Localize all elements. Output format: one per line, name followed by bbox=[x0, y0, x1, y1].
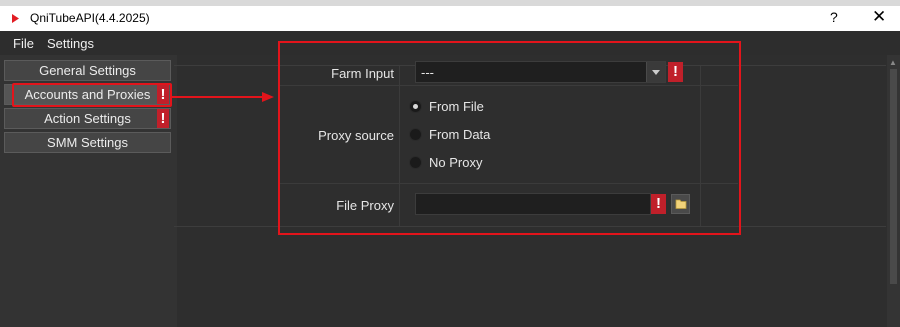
nav-action-settings[interactable]: Action Settings bbox=[4, 108, 171, 129]
menu-file[interactable]: File bbox=[13, 36, 34, 51]
help-button[interactable]: ? bbox=[830, 9, 838, 25]
close-button[interactable]: ✕ bbox=[872, 7, 886, 27]
window-title: QniTubeAPI(4.4.2025) bbox=[30, 11, 150, 25]
nav-general-settings[interactable]: General Settings bbox=[4, 60, 171, 81]
scrollbar-thumb[interactable] bbox=[890, 69, 897, 284]
scroll-up-icon[interactable]: ▲ bbox=[889, 58, 897, 67]
red-arrow-icon bbox=[172, 92, 274, 102]
nav-smm-settings-label: SMM Settings bbox=[47, 135, 128, 150]
annotation-highlight-form bbox=[278, 41, 741, 235]
vertical-scrollbar[interactable]: ▲ bbox=[887, 55, 900, 327]
annotation-highlight-nav bbox=[12, 83, 172, 107]
action-warning-icon: ! bbox=[157, 109, 169, 128]
nav-smm-settings[interactable]: SMM Settings bbox=[4, 132, 171, 153]
window-title-bar: QniTubeAPI(4.4.2025) ? ✕ bbox=[0, 6, 900, 31]
menu-settings[interactable]: Settings bbox=[47, 36, 94, 51]
app-play-icon bbox=[10, 12, 20, 25]
nav-general-settings-label: General Settings bbox=[39, 63, 136, 78]
nav-action-settings-label: Action Settings bbox=[44, 111, 131, 126]
